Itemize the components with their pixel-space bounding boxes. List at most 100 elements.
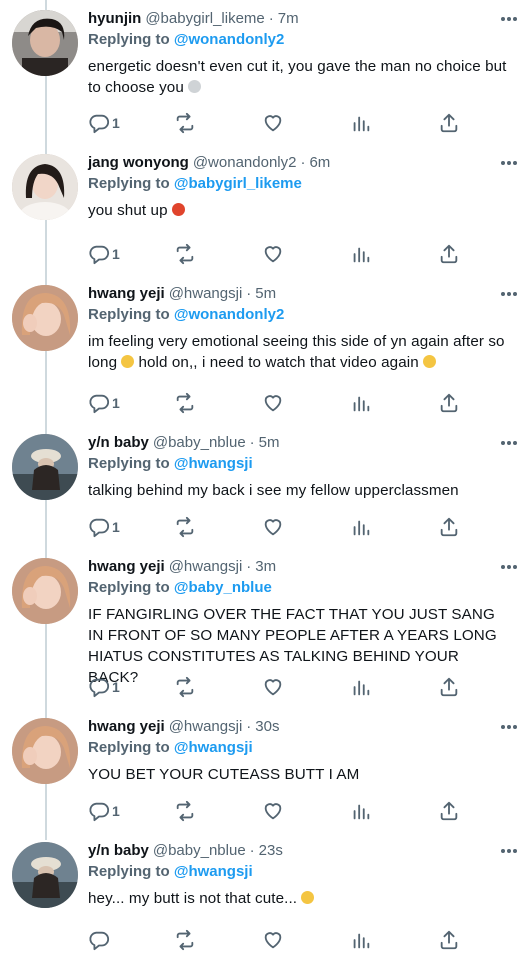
- share-button[interactable]: [438, 800, 460, 822]
- like-icon: [264, 115, 282, 132]
- reply-mention-link[interactable]: @hwangsji: [174, 739, 253, 756]
- reply-button[interactable]: 1: [88, 112, 120, 134]
- avatar[interactable]: [12, 558, 78, 624]
- retweet-button[interactable]: [174, 676, 196, 698]
- display-name[interactable]: hwang yeji: [88, 556, 165, 578]
- tweet-text: you shut up: [88, 200, 509, 221]
- user-handle[interactable]: @hwangsji: [169, 556, 243, 578]
- reply-mention-link[interactable]: @wonandonly2: [174, 31, 284, 48]
- display-name[interactable]: y/n baby: [88, 840, 149, 862]
- views-button[interactable]: [350, 392, 372, 414]
- user-handle[interactable]: @hwangsji: [169, 716, 243, 738]
- retweet-button[interactable]: [174, 516, 196, 538]
- tweet-text: energetic doesn't even cut it, you gave …: [88, 56, 509, 98]
- user-handle[interactable]: @wonandonly2: [193, 152, 297, 174]
- reply-mention-link[interactable]: @baby_nblue: [174, 579, 272, 596]
- reply-mention-link[interactable]: @wonandonly2: [174, 306, 284, 323]
- display-name[interactable]: jang wonyong: [88, 152, 189, 174]
- share-button[interactable]: [438, 112, 460, 134]
- timestamp[interactable]: 5m: [259, 432, 280, 454]
- like-button[interactable]: [262, 516, 284, 538]
- tweet-header: y/n baby @baby_nblue · 5m: [88, 432, 509, 454]
- tweet[interactable]: hwang yeji @hwangsji · 5m Replying to @wonan…: [0, 283, 523, 418]
- retweet-button[interactable]: [174, 392, 196, 414]
- separator-dot: ·: [246, 285, 252, 302]
- reply-mention-link[interactable]: @babygirl_likeme: [174, 175, 302, 192]
- reply-button[interactable]: 1: [88, 392, 120, 414]
- like-button[interactable]: [262, 392, 284, 414]
- tweet[interactable]: y/n baby @baby_nblue · 5m Replying to @hwang…: [0, 432, 523, 542]
- tweet-text-part: energetic doesn't even cut it, you gave …: [88, 58, 507, 96]
- flushed-face-emoji: [301, 891, 315, 904]
- timestamp[interactable]: 3m: [255, 556, 276, 578]
- share-button[interactable]: [438, 676, 460, 698]
- share-button[interactable]: [438, 516, 460, 538]
- timestamp[interactable]: 7m: [278, 8, 299, 30]
- user-handle[interactable]: @baby_nblue: [153, 432, 246, 454]
- reply-icon: [89, 802, 110, 822]
- like-button[interactable]: [262, 112, 284, 134]
- avatar[interactable]: [12, 434, 78, 500]
- timestamp[interactable]: 23s: [259, 840, 283, 862]
- reply-mention-link[interactable]: @hwangsji: [174, 863, 253, 880]
- replying-to-label: Replying to: [88, 31, 170, 48]
- crying-face-emoji: [121, 355, 135, 368]
- like-icon: [264, 395, 282, 412]
- display-name[interactable]: hwang yeji: [88, 716, 165, 738]
- retweet-button[interactable]: [174, 929, 196, 951]
- avatar[interactable]: [12, 285, 78, 351]
- stats-icon: [353, 247, 370, 263]
- retweet-button[interactable]: [174, 800, 196, 822]
- replying-to-label: Replying to: [88, 306, 170, 323]
- views-button[interactable]: [350, 243, 372, 265]
- tweet-actions: 1: [88, 516, 523, 538]
- tweet[interactable]: y/n baby @baby_nblue · 23s Replying to @hwan…: [0, 840, 523, 955]
- timestamp[interactable]: 5m: [255, 283, 276, 305]
- views-button[interactable]: [350, 112, 372, 134]
- like-button[interactable]: [262, 243, 284, 265]
- retweet-button[interactable]: [174, 112, 196, 134]
- like-icon: [264, 932, 282, 949]
- share-icon: [440, 113, 458, 133]
- user-handle[interactable]: @babygirl_likeme: [145, 8, 264, 30]
- replying-to: Replying to @hwangsji: [88, 862, 509, 882]
- avatar[interactable]: [12, 842, 78, 908]
- tweet-actions: 1: [88, 392, 523, 414]
- like-button[interactable]: [262, 800, 284, 822]
- timestamp[interactable]: 6m: [309, 152, 330, 174]
- views-button[interactable]: [350, 800, 372, 822]
- share-button[interactable]: [438, 392, 460, 414]
- share-button[interactable]: [438, 929, 460, 951]
- avatar[interactable]: [12, 154, 78, 220]
- timestamp[interactable]: 30s: [255, 716, 279, 738]
- share-icon: [440, 930, 458, 950]
- reply-button[interactable]: [88, 929, 112, 951]
- reply-button[interactable]: 1: [88, 800, 120, 822]
- views-button[interactable]: [350, 516, 372, 538]
- reply-button[interactable]: 1: [88, 516, 120, 538]
- tweet[interactable]: jang wonyong @wonandonly2 · 6m Replying to @…: [0, 152, 523, 269]
- reply-mention-link[interactable]: @hwangsji: [174, 455, 253, 472]
- views-button[interactable]: [350, 929, 372, 951]
- user-handle[interactable]: @hwangsji: [169, 283, 243, 305]
- reply-count: 1: [112, 246, 120, 262]
- tweet-header: jang wonyong @wonandonly2 · 6m: [88, 152, 509, 174]
- display-name[interactable]: hwang yeji: [88, 283, 165, 305]
- tweet-text-part: YOU BET YOUR CUTEASS BUTT I AM: [88, 766, 360, 783]
- display-name[interactable]: y/n baby: [88, 432, 149, 454]
- like-button[interactable]: [262, 929, 284, 951]
- tweet[interactable]: hwang yeji @hwangsji · 30s Replying to @hwan…: [0, 716, 523, 826]
- avatar[interactable]: [12, 10, 78, 76]
- separator-dot: ·: [246, 718, 252, 735]
- user-handle[interactable]: @baby_nblue: [153, 840, 246, 862]
- reply-button[interactable]: 1: [88, 243, 120, 265]
- tweet[interactable]: hyunjin @babygirl_likeme · 7m Replying to @w…: [0, 8, 523, 138]
- share-button[interactable]: [438, 243, 460, 265]
- tweet[interactable]: hwang yeji @hwangsji · 3m Replying to @baby_…: [0, 556, 523, 702]
- retweet-button[interactable]: [174, 243, 196, 265]
- avatar[interactable]: [12, 718, 78, 784]
- display-name[interactable]: hyunjin: [88, 8, 141, 30]
- views-button[interactable]: [350, 676, 372, 698]
- reply-button[interactable]: 1: [88, 676, 120, 698]
- like-button[interactable]: [262, 676, 284, 698]
